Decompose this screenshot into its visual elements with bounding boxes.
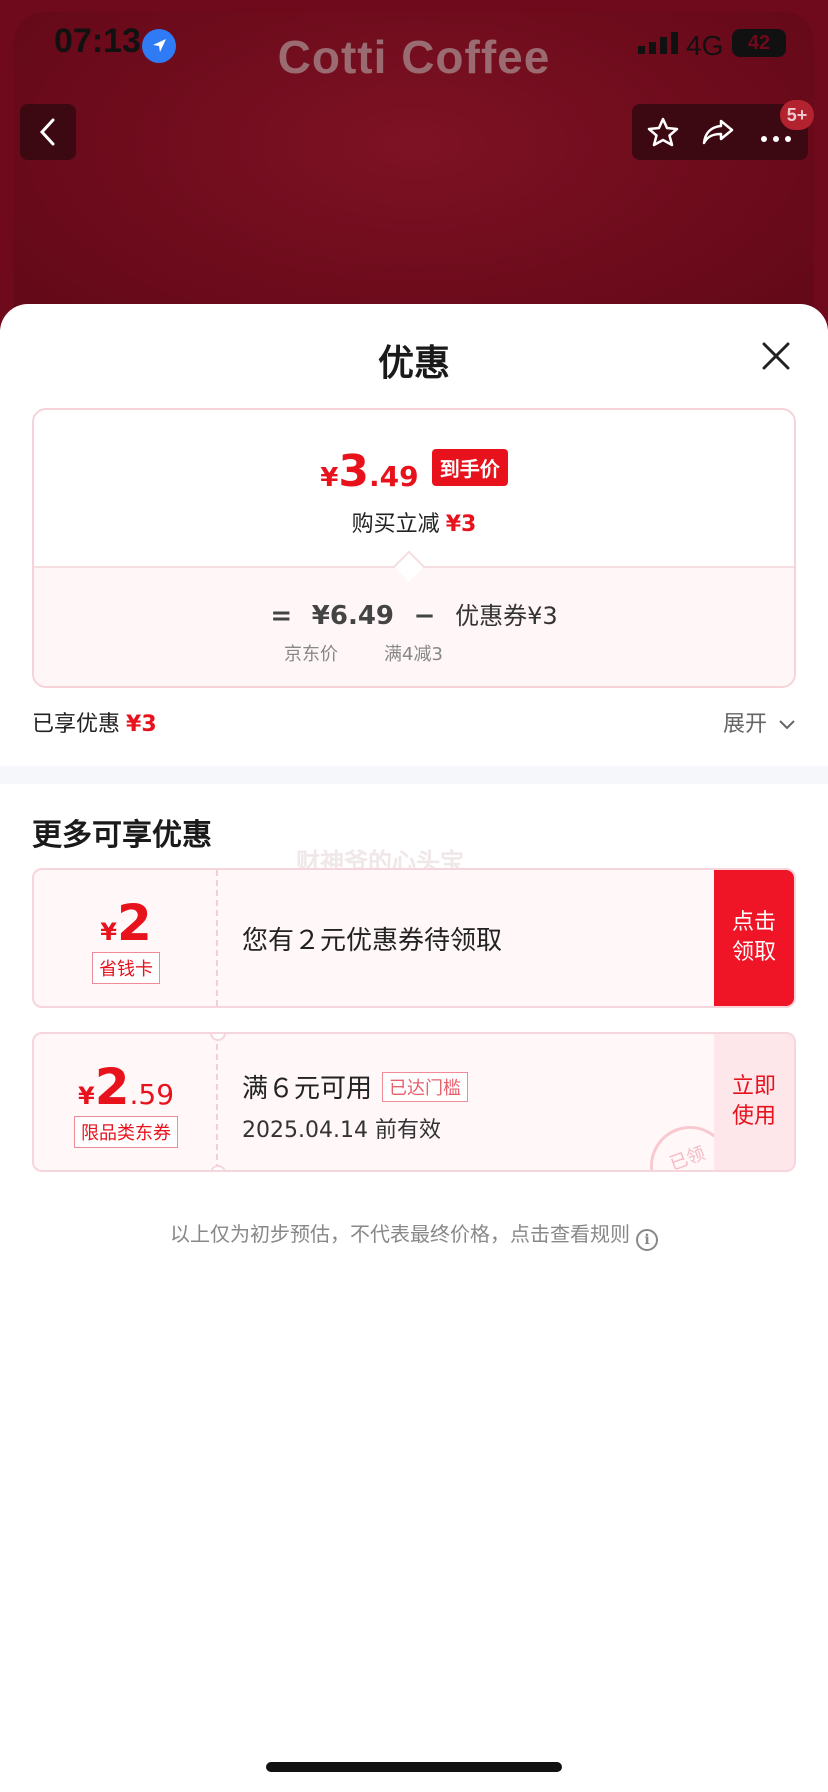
- chevron-left-icon: [39, 118, 55, 146]
- reduction-label: 购买立减: [351, 512, 440, 537]
- coupon-card-savings: ¥2 省钱卡 您有２元优惠券待领取 点击领取: [32, 868, 796, 1008]
- claim-label-2: 领取: [731, 940, 776, 965]
- coupon-amount-col: ¥2.59 限品类东券: [34, 1034, 218, 1170]
- discount-sheet: 优惠 ¥3.49 到手价 购买立减 ¥3 = ¥6.49 − 优惠券¥3 京东价 …: [0, 304, 828, 1792]
- home-indicator[interactable]: [266, 1762, 562, 1772]
- more-discounts-title: 更多可享优惠: [32, 818, 212, 853]
- signal-icon: [638, 32, 682, 58]
- coupon-currency: ¥: [100, 918, 117, 946]
- final-price-card: ¥3.49 到手价 购买立减 ¥3 = ¥6.49 − 优惠券¥3 京东价 满4减…: [32, 408, 796, 688]
- coupon-min-spend: 满６元可用: [242, 1074, 373, 1104]
- footnote-text: 以上仅为初步预估，不代表最终价格，点击查看规则: [170, 1222, 630, 1246]
- price-formula: = ¥6.49 − 优惠券¥3: [34, 596, 794, 631]
- coupon-condition: 满4减3: [384, 644, 443, 665]
- enjoyed-discount-row: 已享优惠 ¥3 展开: [32, 706, 796, 746]
- claim-label-1: 点击: [731, 910, 776, 935]
- coupon-amount: ¥2.59: [34, 1058, 218, 1116]
- jd-price-label: 京东价: [284, 644, 338, 665]
- coupon-value: 2: [94, 1058, 130, 1116]
- instant-reduction: 购买立减 ¥3: [34, 506, 794, 538]
- price-decimal: .49: [369, 460, 419, 493]
- back-button[interactable]: [20, 104, 76, 160]
- chevron-down-icon: [779, 720, 795, 730]
- coupon-expiry: 2025.04.14 前有效: [242, 1118, 441, 1143]
- final-price: ¥3.49 到手价: [34, 446, 794, 497]
- coupon-condition: 满６元可用 已达门槛: [242, 1068, 469, 1105]
- threshold-badge: 已达门槛: [382, 1072, 469, 1102]
- coupon-currency: ¥: [77, 1082, 95, 1110]
- use-label-2: 使用: [731, 1104, 776, 1129]
- rules-link[interactable]: 以上仅为初步预估，不代表最终价格，点击查看规则 i: [0, 1218, 828, 1251]
- use-label-1: 立即: [731, 1074, 776, 1099]
- location-arrow-icon: [142, 29, 176, 63]
- notification-badge: 5+: [780, 100, 814, 130]
- star-icon[interactable]: [646, 116, 680, 152]
- section-divider: [0, 766, 828, 784]
- use-coupon-button[interactable]: 立即 使用: [714, 1034, 794, 1170]
- coupon-type-tag: 省钱卡: [92, 952, 160, 984]
- claim-coupon-button[interactable]: 点击 领取: [714, 870, 794, 1006]
- expand-label: 展开: [722, 712, 767, 737]
- status-time: 07:13: [54, 22, 141, 60]
- formula-equals: =: [270, 601, 293, 631]
- expand-button[interactable]: 展开: [723, 706, 796, 738]
- network-type: 4G: [686, 30, 724, 61]
- final-price-tag: 到手价: [431, 449, 508, 486]
- enjoyed-label: 已享优惠: [32, 712, 121, 737]
- ticket-cutout: [210, 1165, 226, 1170]
- jd-price: ¥6.49: [311, 601, 395, 631]
- price-integer: 3: [338, 446, 369, 497]
- formula-minus: −: [413, 601, 436, 631]
- info-icon: i: [636, 1229, 658, 1251]
- coupon-value: 2: [116, 894, 152, 952]
- coupon-type-tag: 限品类东券: [74, 1116, 178, 1148]
- price-currency: ¥: [320, 463, 339, 493]
- enjoyed-amount: ¥3: [126, 712, 157, 737]
- coupon-deduction: 优惠券¥3: [455, 602, 558, 630]
- more-icon[interactable]: [760, 128, 792, 147]
- battery-icon: 42: [732, 29, 786, 57]
- sheet-title: 优惠: [377, 343, 450, 384]
- close-icon[interactable]: [758, 338, 794, 374]
- coupon-card-category: ¥2.59 限品类东券 满６元可用 已达门槛 2025.04.14 前有效 已领 …: [32, 1032, 796, 1172]
- coupon-amount-col: ¥2 省钱卡: [34, 870, 218, 1006]
- coupon-amount: ¥2: [34, 894, 218, 952]
- reduction-amount: ¥3: [445, 512, 477, 537]
- share-icon[interactable]: [700, 116, 736, 152]
- coupon-decimal: .59: [129, 1078, 175, 1111]
- coupon-description: 您有２元优惠券待领取: [242, 926, 503, 956]
